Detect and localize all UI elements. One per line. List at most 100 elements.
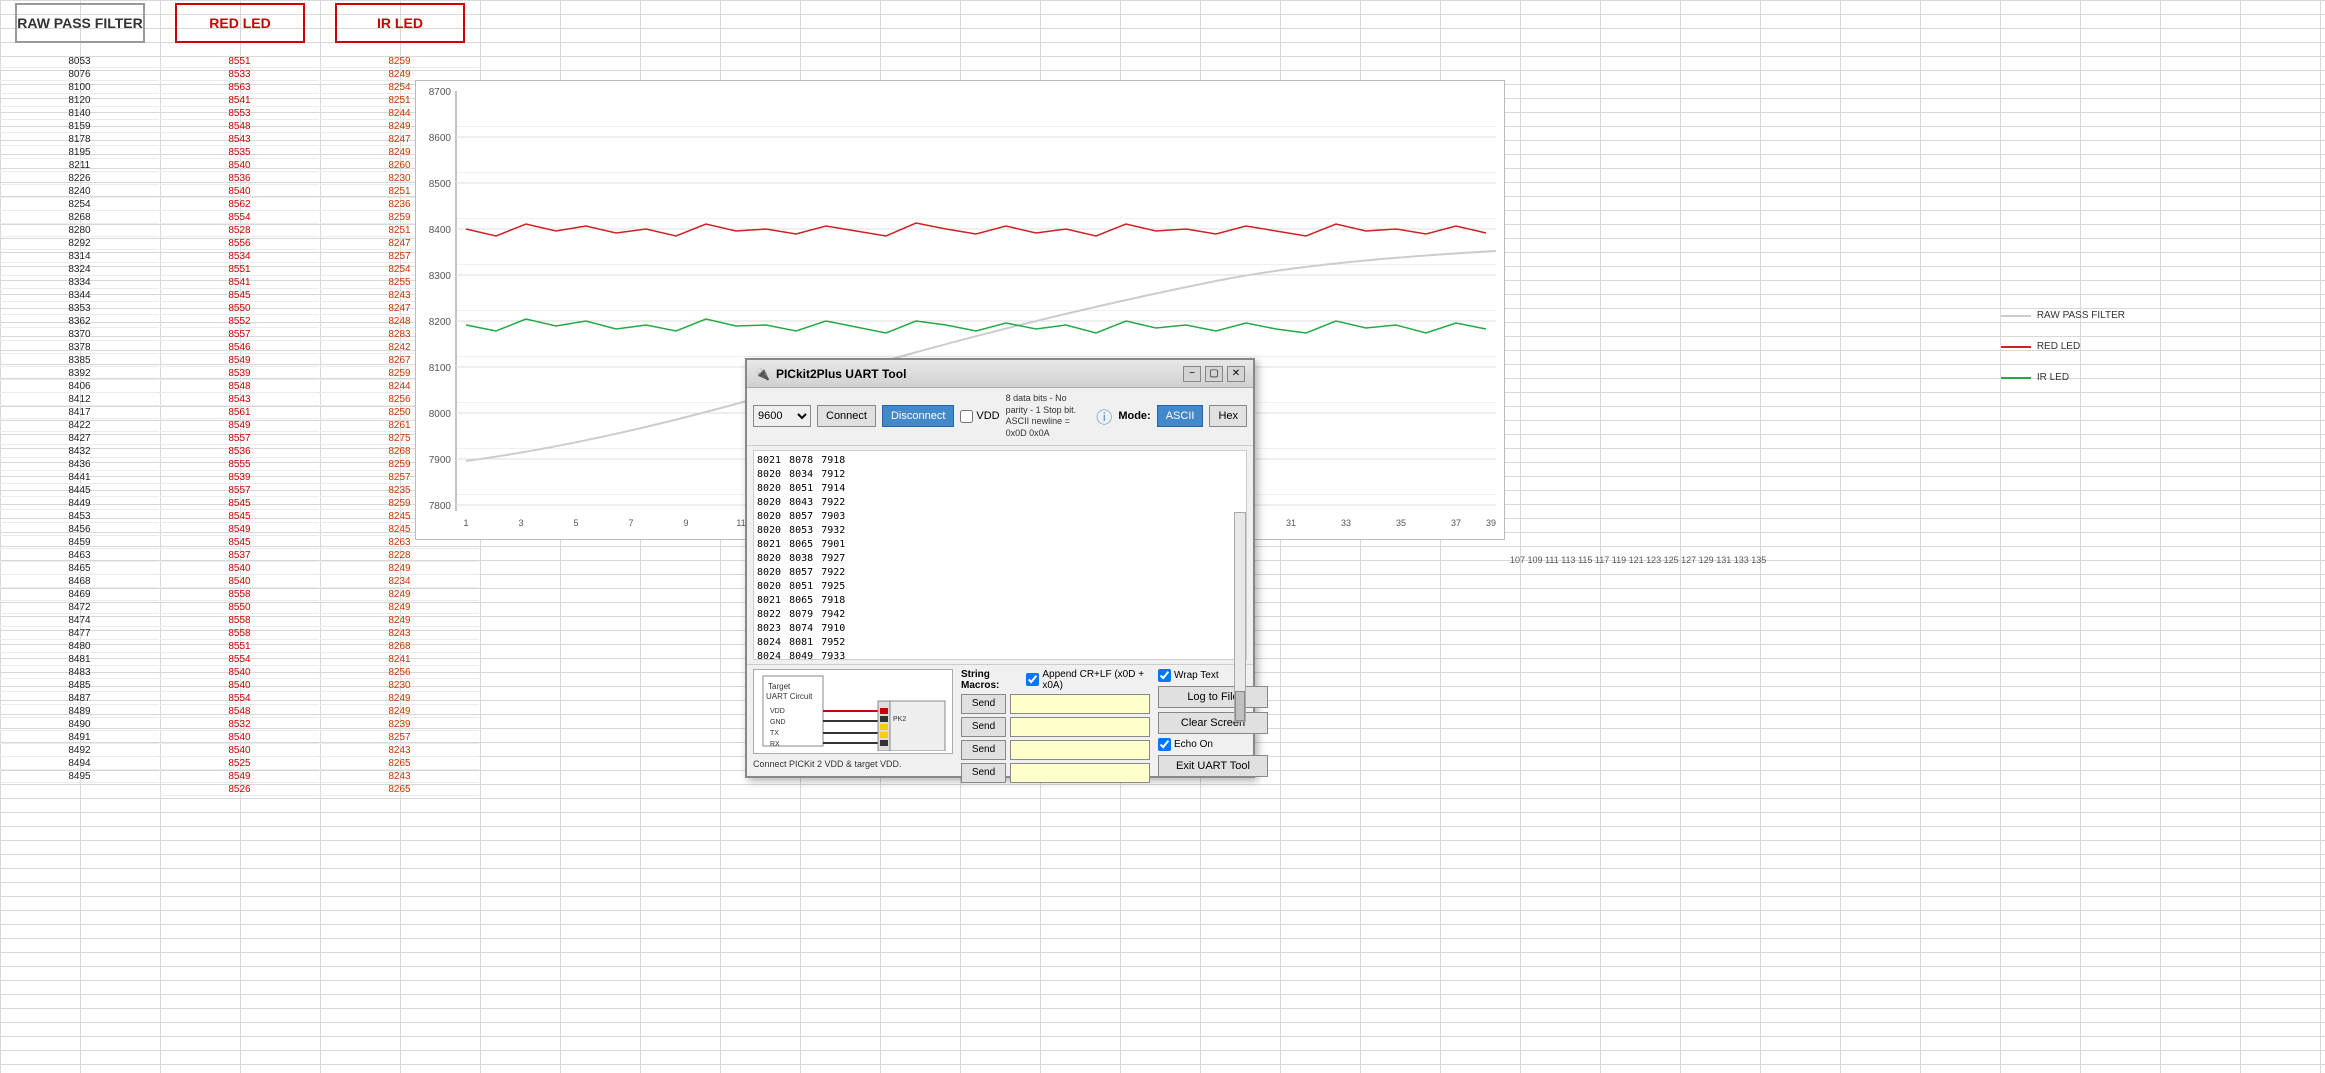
table-row: 8234: [320, 575, 479, 588]
macro-input-3[interactable]: [1010, 740, 1150, 760]
table-row: 8053: [0, 55, 159, 68]
svg-text:3: 3: [518, 518, 523, 528]
send-button-1[interactable]: Send: [961, 694, 1006, 714]
dialog-titlebar: 🔌 PICkit2Plus UART Tool − ▢ ✕: [747, 360, 1253, 388]
wrap-text-text: Wrap Text: [1174, 670, 1219, 681]
disconnect-button[interactable]: Disconnect: [882, 405, 954, 427]
baud-rate-select[interactable]: 9600 19200 38400 57600 115200: [753, 405, 811, 427]
table-row: 8254: [0, 198, 159, 211]
table-row: 8525: [160, 757, 319, 770]
table-row: 8140: [0, 107, 159, 120]
string-macros-label: String Macros:: [961, 669, 1022, 691]
table-row: 8533: [160, 68, 319, 81]
circuit-svg: Target UART Circuit VDD GND TX RX PK2: [758, 671, 948, 751]
mode-label: Mode:: [1118, 410, 1150, 422]
table-row: 8465: [0, 562, 159, 575]
table-row: 8480: [0, 640, 159, 653]
vdd-checkbox-label[interactable]: VDD: [960, 410, 999, 423]
log-to-file-button[interactable]: Log to File: [1158, 686, 1268, 708]
svg-text:37: 37: [1451, 518, 1461, 528]
table-row: 8453: [0, 510, 159, 523]
chart-legend: RAW PASS FILTER RED LED IR LED: [2001, 310, 2125, 403]
table-row: 8557: [160, 432, 319, 445]
table-row: 8490: [0, 718, 159, 731]
table-row: 8536: [160, 172, 319, 185]
table-row: 8100: [0, 81, 159, 94]
table-row: 8268: [0, 211, 159, 224]
table-row: 8241: [320, 653, 479, 666]
macro-input-2[interactable]: [1010, 717, 1150, 737]
send-button-2[interactable]: Send: [961, 717, 1006, 737]
svg-text:35: 35: [1396, 518, 1406, 528]
legend-ir: IR LED: [2001, 372, 2125, 383]
table-row: 8445: [0, 484, 159, 497]
vdd-label: VDD: [976, 410, 999, 422]
table-row: 8474: [0, 614, 159, 627]
table-row: 8540: [160, 575, 319, 588]
vdd-checkbox[interactable]: [960, 410, 973, 423]
table-row: 8412: [0, 393, 159, 406]
macro-input-1[interactable]: [1010, 694, 1150, 714]
echo-on-checkbox[interactable]: [1158, 738, 1171, 751]
legend-raw-line: [2001, 315, 2031, 317]
hex-mode-button[interactable]: Hex: [1209, 405, 1247, 427]
append-crlf-label[interactable]: Append CR+LF (x0D + x0A): [1026, 669, 1150, 691]
table-row: 8449: [0, 497, 159, 510]
clear-screen-button[interactable]: Clear Screen: [1158, 712, 1268, 734]
dialog-window-controls[interactable]: − ▢ ✕: [1183, 366, 1245, 382]
minimize-button[interactable]: −: [1183, 366, 1201, 382]
send-button-4[interactable]: Send: [961, 763, 1006, 783]
macro-row-1: Send: [961, 694, 1150, 714]
table-row: 8249: [320, 705, 479, 718]
table-row: 8385: [0, 354, 159, 367]
circuit-diagram: Target UART Circuit VDD GND TX RX PK2: [753, 669, 953, 754]
table-row: 8540: [160, 185, 319, 198]
table-row: 8545: [160, 536, 319, 549]
echo-on-label[interactable]: Echo On: [1158, 738, 1268, 751]
ascii-mode-button[interactable]: ASCII: [1157, 405, 1204, 427]
table-row: 8549: [160, 354, 319, 367]
uart-dialog: 🔌 PICkit2Plus UART Tool − ▢ ✕ 9600 19200…: [745, 358, 1255, 778]
send-button-3[interactable]: Send: [961, 740, 1006, 760]
table-row: 8477: [0, 627, 159, 640]
list-item: 802280797942: [757, 608, 1243, 622]
scrollbar-thumb[interactable]: [1235, 691, 1245, 721]
list-item: 802480497933: [757, 650, 1243, 660]
uart-scrollbar[interactable]: [1234, 512, 1246, 722]
table-row: 8558: [160, 614, 319, 627]
table-row: 8324: [0, 263, 159, 276]
wrap-text-checkbox[interactable]: [1158, 669, 1171, 682]
restore-button[interactable]: ▢: [1205, 366, 1223, 382]
table-row: 8211: [0, 159, 159, 172]
pklogo-icon: 🔌: [755, 367, 770, 381]
svg-text:GND: GND: [770, 719, 786, 726]
connect-button[interactable]: Connect: [817, 405, 876, 427]
string-macros-header: String Macros: Append CR+LF (x0D + x0A): [961, 669, 1150, 691]
legend-red: RED LED: [2001, 341, 2125, 352]
macro-input-4[interactable]: [1010, 763, 1150, 783]
table-row: 8487: [0, 692, 159, 705]
table-row: 8392: [0, 367, 159, 380]
table-row: 8557: [160, 328, 319, 341]
close-button[interactable]: ✕: [1227, 366, 1245, 382]
svg-text:Target: Target: [768, 682, 791, 691]
table-row: 8543: [160, 393, 319, 406]
table-row: 8436: [0, 458, 159, 471]
wrap-text-label[interactable]: Wrap Text: [1158, 669, 1268, 682]
table-row: 8468: [0, 575, 159, 588]
list-item: 802080387927: [757, 552, 1243, 566]
uart-output-text: 8021807879188020803479128020805179148020…: [753, 450, 1247, 660]
col3-header: IR LED: [335, 3, 465, 43]
table-row: 8463: [0, 549, 159, 562]
list-item: 802080347912: [757, 468, 1243, 482]
help-icon[interactable]: ⓘ: [1096, 404, 1112, 428]
exit-uart-button[interactable]: Exit UART Tool: [1158, 755, 1268, 777]
table-row: 8491: [0, 731, 159, 744]
table-row: 8545: [160, 497, 319, 510]
append-crlf-checkbox[interactable]: [1026, 673, 1039, 686]
table-row: 8249: [320, 588, 479, 601]
list-item: 802380747910: [757, 622, 1243, 636]
svg-text:8100: 8100: [429, 363, 452, 374]
table-row: 8481: [0, 653, 159, 666]
table-row: 8417: [0, 406, 159, 419]
